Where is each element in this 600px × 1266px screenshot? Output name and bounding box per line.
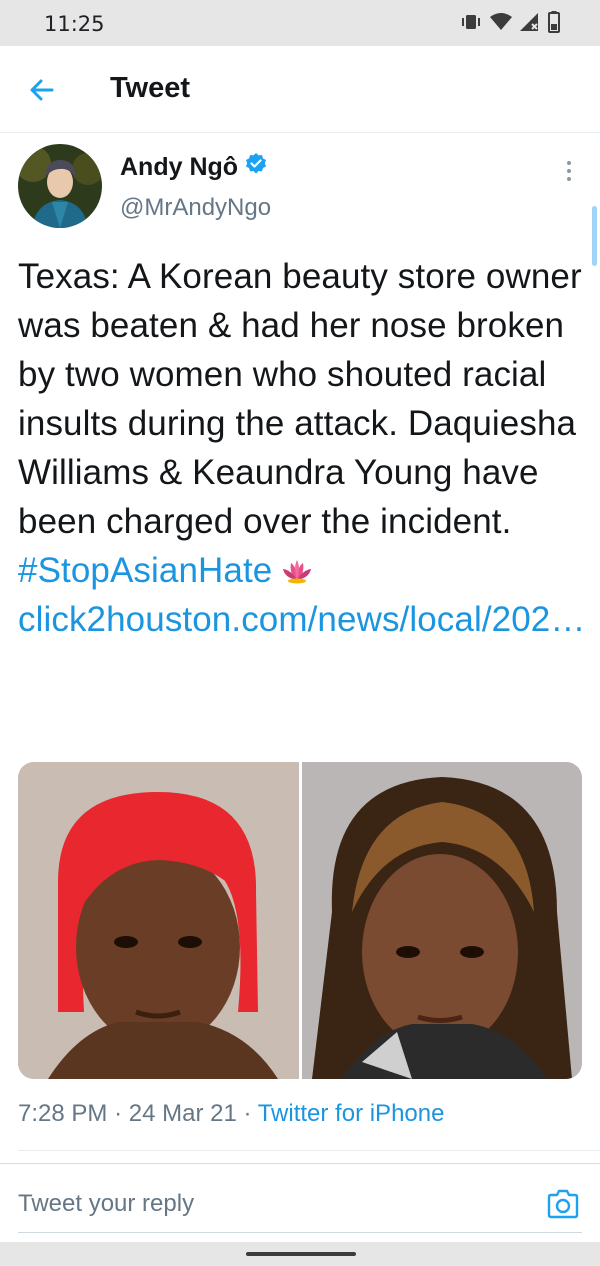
photo-left[interactable] — [18, 762, 299, 1079]
page-title: Tweet — [110, 72, 191, 104]
avatar[interactable] — [18, 144, 102, 228]
author-name-row[interactable]: Andy Ngô — [120, 152, 268, 183]
tweet-body: Texas: A Korean beauty store owner was b… — [18, 257, 582, 541]
back-button[interactable] — [24, 72, 60, 108]
back-arrow-icon — [30, 79, 54, 101]
tweet-media[interactable] — [18, 762, 582, 1079]
wifi-icon — [490, 13, 512, 36]
more-vertical-icon — [567, 161, 571, 181]
status-bar: 11:25 — [0, 0, 600, 46]
vibrate-icon — [460, 14, 482, 35]
article-link[interactable]: click2houston.com/news/local/202… — [18, 600, 585, 639]
tweet-source-link[interactable]: Twitter for iPhone — [258, 1100, 445, 1127]
hashtag-link[interactable]: #StopAsianHate — [18, 551, 272, 590]
scrollbar[interactable] — [592, 206, 597, 266]
reply-input[interactable]: Tweet your reply — [18, 1190, 194, 1218]
tweet-text: Texas: A Korean beauty store owner was b… — [18, 252, 588, 644]
home-gesture-handle[interactable] — [246, 1252, 356, 1256]
tweet-date: 24 Mar 21 — [128, 1100, 237, 1127]
camera-button[interactable] — [546, 1188, 580, 1220]
meta-separator: · — [114, 1100, 123, 1127]
verified-badge-icon — [244, 152, 268, 183]
status-time: 11:25 — [44, 12, 105, 36]
app-header: Tweet — [0, 46, 600, 133]
camera-icon — [547, 1189, 579, 1219]
battery-icon — [548, 11, 560, 38]
tweet-time: 7:28 PM — [18, 1100, 108, 1127]
divider — [18, 1150, 600, 1151]
signal-icon — [520, 13, 540, 36]
author-handle[interactable]: @MrAndyNgo — [120, 194, 271, 222]
photo-right[interactable] — [298, 762, 582, 1079]
status-icons — [460, 11, 560, 38]
divider — [18, 1232, 582, 1233]
tweet-meta: 7:28 PM · 24 Mar 21 · Twitter for iPhone — [18, 1100, 444, 1128]
lotus-emoji-icon — [282, 551, 312, 590]
meta-separator: · — [243, 1100, 252, 1127]
more-options-button[interactable] — [558, 158, 580, 184]
author-name: Andy Ngô — [120, 153, 239, 181]
